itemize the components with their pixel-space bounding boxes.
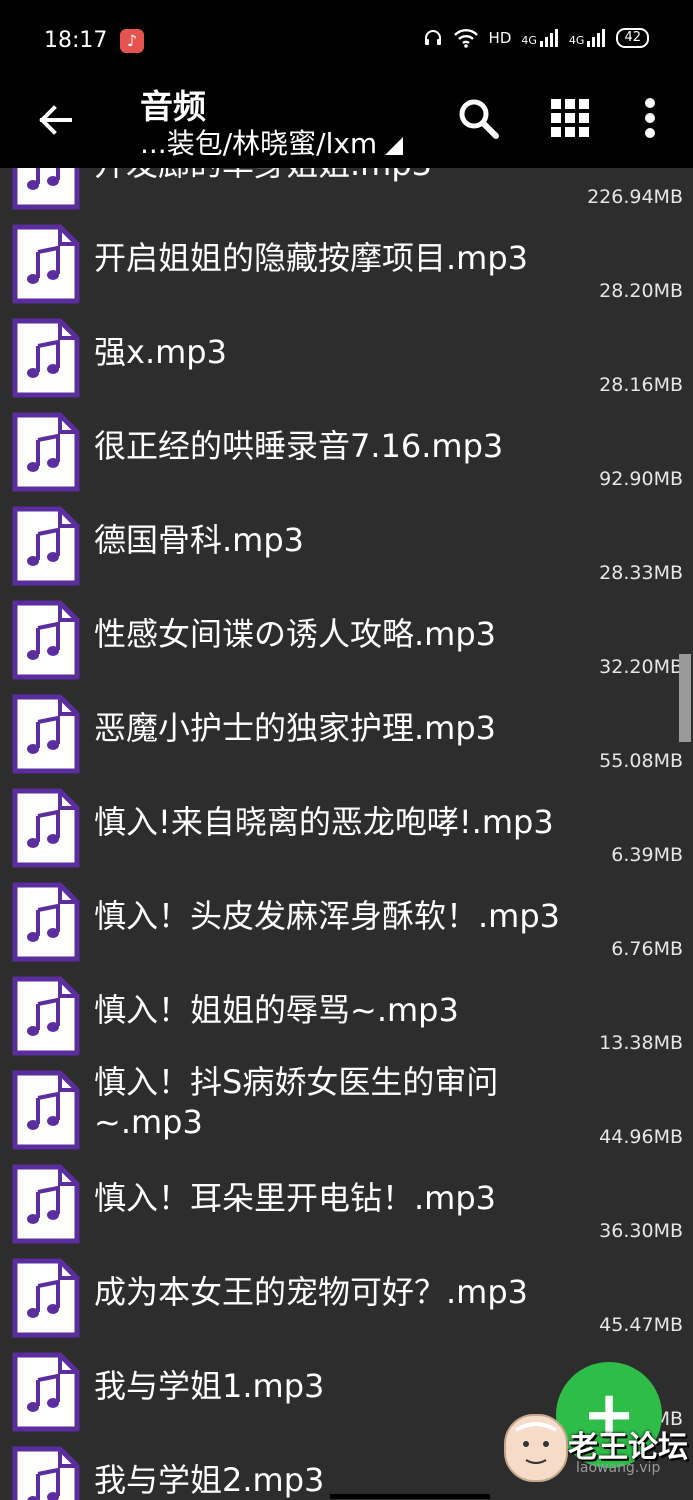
path-dropdown[interactable]: ...装包/林晓蜜/lxm — [140, 122, 404, 162]
file-name: 强x.mp3 — [94, 333, 227, 371]
file-size: 28.16MB — [599, 374, 683, 396]
grid-view-button[interactable] — [546, 94, 594, 142]
file-size: 28.20MB — [599, 280, 683, 302]
breadcrumb: ...装包/林晓蜜/lxm — [140, 127, 378, 160]
status-time: 18:17 — [44, 28, 108, 53]
signal-icon — [539, 29, 558, 47]
music-file-icon — [12, 882, 80, 962]
file-name: 慎入！头皮发麻浑身酥软！.mp3 — [94, 897, 561, 935]
music-file-icon — [12, 1258, 80, 1338]
bottom-indicator — [330, 1494, 490, 1499]
music-file-icon — [12, 224, 80, 304]
music-file-icon — [12, 318, 80, 398]
app-bar: 音频 ...装包/林晓蜜/lxm — [0, 84, 693, 168]
wifi-icon — [453, 29, 478, 48]
music-file-icon — [12, 168, 80, 210]
page-title: 音频 — [140, 87, 206, 126]
file-name: 德国骨科.mp3 — [94, 521, 305, 559]
file-size: 13.38MB — [599, 1032, 683, 1054]
list-item[interactable]: 慎入！姐姐的辱骂~.mp3 13.38MB — [0, 960, 693, 1056]
file-name: 成为本女王的宠物可好？.mp3 — [94, 1273, 529, 1311]
back-button[interactable] — [34, 98, 78, 142]
file-name: 我与学姐1.mp3 — [94, 1367, 325, 1405]
file-name: 开启姐姐的隐藏按摩项目.mp3 — [94, 239, 529, 277]
watermark: 老王论坛 laowang.vip — [500, 1414, 688, 1496]
status-bar: 18:17 ♪ HD 4G 4G 42 — [0, 0, 693, 84]
signal-2-label: 4G — [568, 34, 585, 47]
list-item[interactable]: 性感女间谍の诱人攻略.mp3 32.20MB — [0, 584, 693, 680]
file-size: 6.39MB — [611, 844, 683, 866]
more-options-button[interactable] — [626, 94, 674, 142]
list-item[interactable]: 成为本女王的宠物可好？.mp3 45.47MB — [0, 1242, 693, 1338]
list-item[interactable]: 德国骨科.mp3 28.33MB — [0, 490, 693, 586]
file-name: 性感女间谍の诱人攻略.mp3 — [94, 615, 497, 653]
battery-icon: 42 — [616, 28, 649, 48]
arrow-left-icon — [39, 105, 72, 135]
file-size: 32.20MB — [599, 656, 683, 678]
music-file-icon — [12, 976, 80, 1056]
music-file-icon — [12, 788, 80, 868]
music-file-icon — [12, 694, 80, 774]
scrollbar-thumb[interactable] — [679, 654, 691, 742]
music-file-icon — [12, 412, 80, 492]
watermark-url: laowang.vip — [576, 1460, 661, 1476]
signal-1: 4G — [521, 29, 559, 47]
file-size: 226.94MB — [587, 186, 683, 208]
music-app-icon: ♪ — [120, 29, 144, 53]
music-file-icon — [12, 1352, 80, 1432]
list-item[interactable]: 很正经的哄睡录音7.16.mp3 92.90MB — [0, 396, 693, 492]
search-icon — [459, 99, 499, 139]
file-name: 恶魔小护士的独家护理.mp3 — [94, 709, 497, 747]
file-name: 慎入！姐姐的辱骂~.mp3 — [94, 991, 459, 1029]
grid-icon — [551, 99, 589, 137]
file-list[interactable]: 开发廊的单身姐姐.mp3 226.94MB 开启姐姐的隐藏按摩项目.mp3 28.20… — [0, 168, 693, 1500]
list-item[interactable]: 慎入！头皮发麻浑身酥软！.mp3 6.76MB — [0, 866, 693, 962]
dropdown-triangle-icon — [385, 137, 404, 155]
music-file-icon — [12, 1164, 80, 1244]
headphones-icon — [424, 30, 441, 45]
music-file-icon — [12, 506, 80, 586]
music-file-icon — [12, 1070, 80, 1150]
file-size: 55.08MB — [599, 750, 683, 772]
list-item[interactable]: 开发廊的单身姐姐.mp3 226.94MB — [0, 168, 693, 210]
list-item[interactable]: 恶魔小护士的独家护理.mp3 55.08MB — [0, 678, 693, 774]
file-size: 92.90MB — [599, 468, 683, 490]
music-file-icon — [12, 1446, 80, 1500]
hd-label: HD — [488, 29, 512, 47]
status-icons: HD 4G 4G 42 — [423, 28, 649, 48]
file-name: 慎入！抖S病娇女医生的审问~.mp3 — [94, 1063, 499, 1141]
list-item[interactable]: 开启姐姐的隐藏按摩项目.mp3 28.20MB — [0, 208, 693, 304]
more-vert-icon — [645, 98, 655, 138]
signal-1-label: 4G — [521, 34, 537, 47]
list-item[interactable]: 慎入！耳朵里开电钻！.mp3 36.30MB — [0, 1148, 693, 1244]
list-item[interactable]: 慎入!来自晓离的恶龙咆哮!.mp3 6.39MB — [0, 772, 693, 868]
file-name: 慎入!来自晓离的恶龙咆哮!.mp3 — [94, 803, 554, 841]
watermark-face-icon — [504, 1414, 568, 1482]
list-item[interactable]: 慎入！抖S病娇女医生的审问~.mp3 44.96MB — [0, 1054, 693, 1150]
signal-2: 4G — [569, 29, 607, 47]
signal-icon — [587, 29, 606, 47]
list-item[interactable]: 强x.mp3 28.16MB — [0, 302, 693, 398]
search-button[interactable] — [454, 94, 502, 142]
file-name: 慎入！耳朵里开电钻！.mp3 — [94, 1179, 497, 1217]
file-size: 45.47MB — [599, 1314, 683, 1336]
file-size: 28.33MB — [599, 562, 683, 584]
file-size: 44.96MB — [599, 1126, 683, 1148]
music-file-icon — [12, 600, 80, 680]
file-name: 开发廊的单身姐姐.mp3 — [94, 168, 594, 184]
file-size: 6.76MB — [611, 938, 683, 960]
file-name: 很正经的哄睡录音7.16.mp3 — [94, 427, 504, 465]
file-size: 36.30MB — [599, 1220, 683, 1242]
